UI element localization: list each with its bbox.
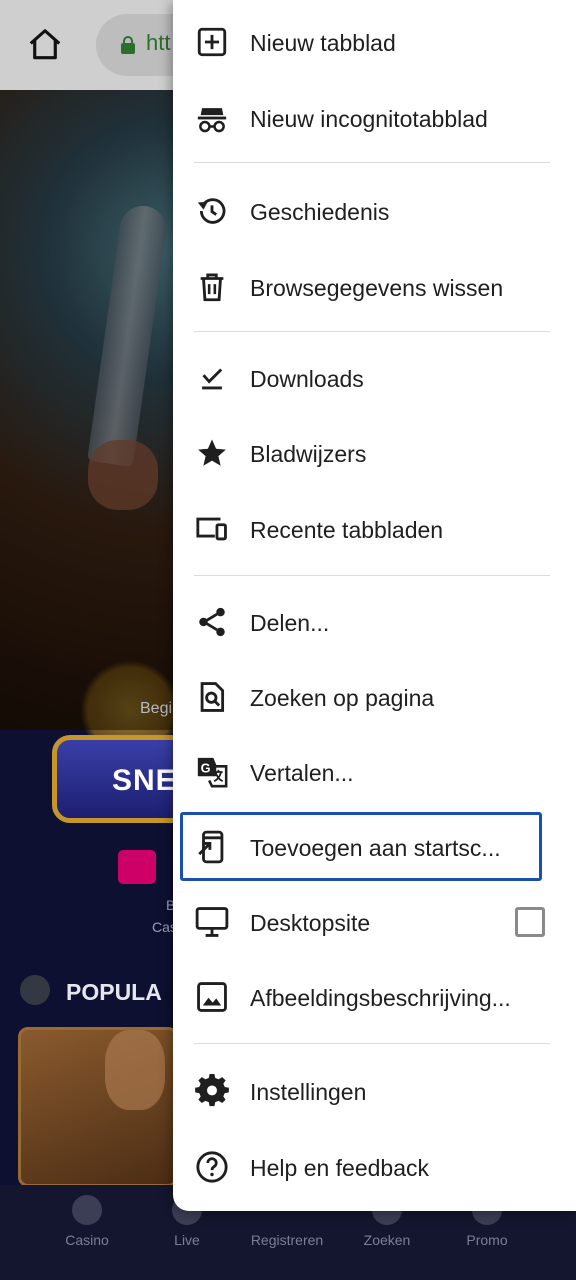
add-to-home-icon <box>198 830 224 864</box>
trash-icon <box>200 273 224 302</box>
menu-item-label: Delen... <box>250 610 330 636</box>
menu-item-find-in-page[interactable]: Zoeken op pagina <box>173 661 576 731</box>
lock-icon <box>121 36 135 54</box>
gear-icon <box>195 1074 229 1107</box>
menu-item-label: Afbeeldingsbeschrijving... <box>250 985 511 1011</box>
menu-item-settings[interactable]: Instellingen <box>173 1055 576 1125</box>
menu-item-incognito[interactable]: Nieuw incognitotabblad <box>173 82 576 152</box>
menu-item-label: Nieuw tabblad <box>250 30 396 56</box>
intro-text: Begi <box>140 700 173 717</box>
menu-divider <box>194 1043 550 1044</box>
menu-item-label: Nieuw incognitotabblad <box>250 106 488 132</box>
menu-item-share[interactable]: Delen... <box>173 586 576 656</box>
menu-item-label: Downloads <box>250 366 364 392</box>
menu-divider <box>194 575 550 576</box>
translate-icon: G <box>197 757 228 788</box>
nav-casino[interactable]: Casino <box>37 1232 137 1248</box>
menu-divider <box>194 331 550 332</box>
section-title: POPULA <box>66 979 162 1005</box>
history-icon <box>197 198 226 224</box>
menu-item-downloads[interactable]: Downloads <box>173 342 576 412</box>
menu-item-history[interactable]: Geschiedenis <box>173 175 576 245</box>
menu-divider <box>194 162 550 163</box>
download-icon <box>202 368 223 390</box>
help-icon <box>196 1151 228 1183</box>
menu-item-label: Recente tabbladen <box>250 517 444 543</box>
devices-icon <box>196 517 227 541</box>
bomb-icon <box>20 975 50 1005</box>
game-character-art <box>105 1030 165 1110</box>
menu-item-label: Desktopsite <box>250 910 371 936</box>
star-icon <box>198 439 226 466</box>
url-text: htt <box>146 30 171 55</box>
casino-icon <box>72 1195 102 1225</box>
cta-label: SNE <box>112 764 177 797</box>
menu-item-bookmarks[interactable]: Bladwijzers <box>173 417 576 487</box>
menu-item-translate[interactable]: G Vertalen... <box>173 736 576 806</box>
menu-item-label: Vertalen... <box>250 760 354 786</box>
image-icon <box>197 982 227 1012</box>
nav-promo[interactable]: Promo <box>437 1232 537 1248</box>
svg-text:G: G <box>201 761 211 776</box>
menu-item-new-tab[interactable]: Nieuw tabblad <box>173 6 576 76</box>
new-tab-icon <box>197 27 227 57</box>
nav-registreren[interactable]: Registreren <box>237 1232 337 1248</box>
menu-item-label: Bladwijzers <box>250 441 367 467</box>
menu-item-label: Browsegegevens wissen <box>250 275 504 301</box>
menu-item-label: Instellingen <box>250 1079 367 1105</box>
menu-item-recent-tabs[interactable]: Recente tabbladen <box>173 493 576 563</box>
home-icon[interactable] <box>26 26 64 64</box>
menu-item-add-to-home[interactable]: Toevoegen aan startsc... <box>173 811 576 881</box>
nav-live[interactable]: Live <box>137 1232 237 1248</box>
menu-item-label: Toevoegen aan startsc... <box>250 835 501 861</box>
share-icon <box>199 607 225 637</box>
menu-item-label: Zoeken op pagina <box>250 685 435 711</box>
desktop-site-checkbox[interactable] <box>515 907 545 937</box>
nav-zoeken[interactable]: Zoeken <box>337 1232 437 1248</box>
incognito-icon <box>197 108 227 133</box>
ideal-logo <box>118 850 156 884</box>
menu-item-label: Help en feedback <box>250 1155 430 1181</box>
menu-item-image-descriptions[interactable]: Afbeeldingsbeschrijving... <box>173 961 576 1031</box>
overflow-menu: Nieuw tabblad Nieuw incognitotabblad Ges… <box>173 0 576 1211</box>
menu-item-label: Geschiedenis <box>250 199 390 225</box>
menu-item-help[interactable]: Help en feedback <box>173 1131 576 1201</box>
find-in-page-icon <box>200 682 225 712</box>
desktop-icon <box>195 907 229 937</box>
menu-item-clear-data[interactable]: Browsegegevens wissen <box>173 251 576 321</box>
